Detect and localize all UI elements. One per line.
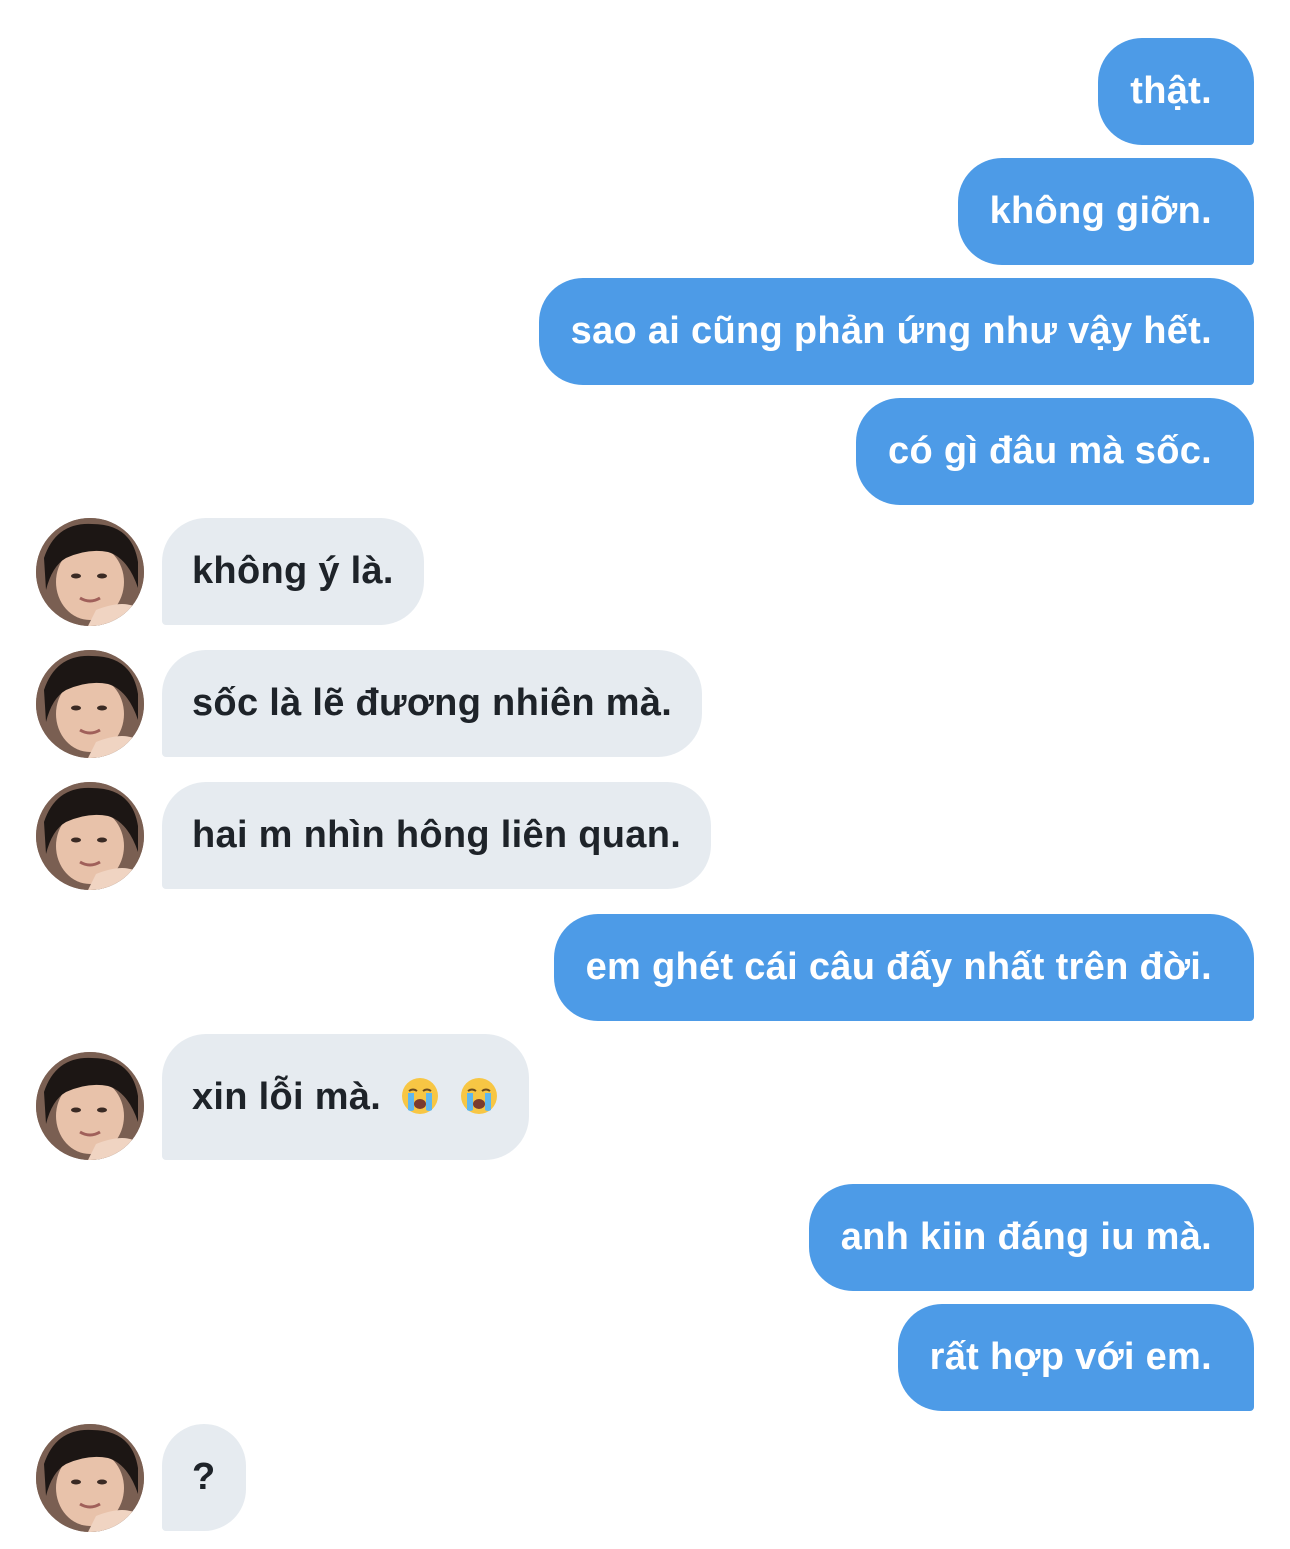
avatar-photo-icon: [36, 782, 144, 890]
message-bubble-incoming[interactable]: ?: [162, 1424, 246, 1531]
message-bubble-outgoing[interactable]: có gì đâu mà sốc.: [856, 398, 1254, 505]
loudly-crying-face-icon: [402, 1077, 438, 1114]
message-text: không ý là.: [192, 550, 394, 592]
message-bubble-outgoing[interactable]: rất hợp với em.: [897, 1304, 1254, 1411]
message-text: không giỡn.: [989, 190, 1212, 232]
message-bubble-outgoing[interactable]: em ghét cái câu đấy nhất trên đời.: [553, 914, 1254, 1021]
loudly-crying-face-icon: [460, 1077, 497, 1114]
message-bubble-outgoing[interactable]: thật.: [1098, 38, 1254, 145]
message-text: rất hợp với em.: [929, 1336, 1212, 1378]
message-text: xin lỗi mà.: [192, 1076, 382, 1118]
message-bubble-outgoing[interactable]: sao ai cũng phản ứng như vậy hết.: [538, 278, 1254, 385]
message-text: có gì đâu mà sốc.: [888, 430, 1212, 472]
message-bubble-incoming[interactable]: không ý là.: [162, 518, 424, 625]
avatar-photo-icon: [36, 1052, 144, 1160]
chat-thread: thật. không giỡn. sao ai cũng phản ứng n…: [0, 0, 1290, 1549]
message-text: sao ai cũng phản ứng như vậy hết.: [570, 310, 1212, 352]
message-text: thật.: [1130, 70, 1212, 112]
avatar-photo-icon: [36, 650, 144, 758]
message-bubble-incoming[interactable]: hai m nhìn hông liên quan.: [162, 782, 712, 889]
message-text: ?: [192, 1456, 216, 1498]
message-text: hai m nhìn hông liên quan.: [192, 814, 682, 856]
message-text: em ghét cái câu đấy nhất trên đời.: [585, 946, 1212, 988]
message-bubble-outgoing[interactable]: anh kiin đáng iu mà.: [808, 1184, 1254, 1291]
message-text: anh kiin đáng iu mà.: [840, 1216, 1212, 1258]
message-bubble-incoming[interactable]: sốc là lẽ đương nhiên mà.: [162, 650, 703, 757]
contact-avatar[interactable]: [36, 518, 144, 626]
contact-avatar[interactable]: [36, 782, 144, 890]
avatar-photo-icon: [36, 518, 144, 626]
message-bubble-outgoing[interactable]: không giỡn.: [957, 158, 1254, 265]
message-text: sốc là lẽ đương nhiên mà.: [192, 682, 673, 724]
message-bubble-incoming[interactable]: xin lỗi mà.: [162, 1034, 529, 1160]
contact-avatar[interactable]: [36, 650, 144, 758]
contact-avatar[interactable]: [36, 1424, 144, 1532]
contact-avatar[interactable]: [36, 1052, 144, 1160]
avatar-photo-icon: [36, 1424, 144, 1532]
